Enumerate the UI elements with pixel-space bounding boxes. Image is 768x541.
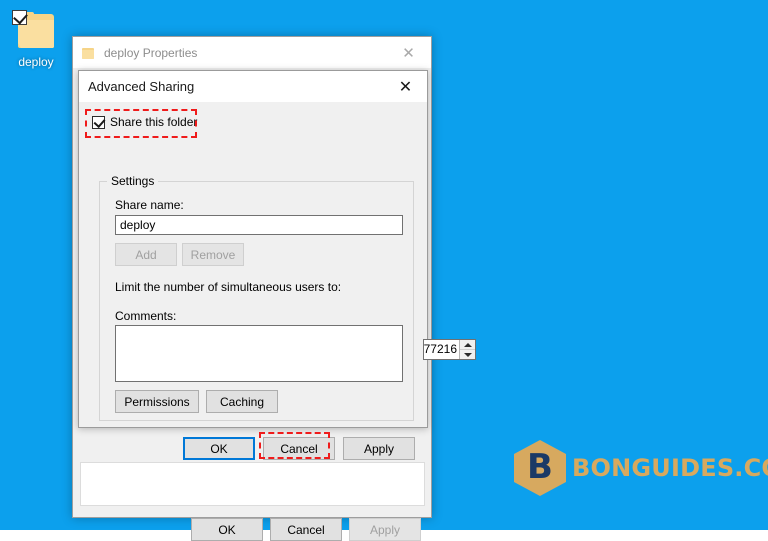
folder-icon: [82, 47, 95, 59]
advanced-sharing-body: Share this folder Settings Share name: A…: [79, 102, 476, 460]
desktop-icon-deploy[interactable]: deploy: [8, 9, 64, 69]
checkmark-icon: [93, 115, 106, 128]
share-this-folder-row[interactable]: Share this folder: [92, 115, 197, 129]
properties-titlebar[interactable]: deploy Properties ✕: [73, 37, 431, 68]
comments-input[interactable]: [115, 325, 403, 382]
close-icon[interactable]: ✕: [386, 37, 431, 68]
properties-content-panel: [80, 462, 425, 506]
permissions-button[interactable]: Permissions: [115, 390, 199, 413]
user-limit-value[interactable]: 16777216: [424, 340, 459, 359]
stepper-up-button[interactable]: [460, 340, 475, 350]
desktop-icon-label: deploy: [18, 55, 54, 69]
user-limit-stepper[interactable]: 16777216: [423, 339, 476, 360]
advanced-sharing-title: Advanced Sharing: [88, 79, 195, 94]
hexagon-logo-icon: B: [514, 440, 566, 496]
chevron-up-icon: [463, 342, 472, 347]
close-icon[interactable]: ✕: [384, 71, 427, 102]
chevron-down-icon: [463, 352, 472, 357]
share-name-input[interactable]: [115, 215, 403, 235]
remove-button: Remove: [182, 243, 244, 266]
selection-checkbox[interactable]: [12, 9, 28, 25]
advanced-sharing-apply-button[interactable]: Apply: [343, 437, 415, 460]
share-this-folder-label: Share this folder: [110, 115, 198, 129]
advanced-sharing-ok-button[interactable]: OK: [183, 437, 255, 460]
checkmark-icon: [13, 9, 28, 25]
share-name-label: Share name:: [115, 198, 184, 212]
logo-letter: B: [527, 447, 553, 487]
comments-label: Comments:: [115, 309, 177, 323]
advanced-sharing-cancel-button[interactable]: Cancel: [263, 437, 335, 460]
watermark-text: BONGUIDES.COM: [572, 454, 768, 482]
caching-button[interactable]: Caching: [206, 390, 278, 413]
user-limit-label: Limit the number of simultaneous users t…: [115, 280, 342, 294]
advanced-sharing-titlebar[interactable]: Advanced Sharing ✕: [79, 71, 427, 102]
settings-groupbox-legend: Settings: [107, 174, 159, 188]
stepper-buttons[interactable]: [459, 340, 475, 359]
folder-icon: [12, 9, 60, 52]
add-button: Add: [115, 243, 177, 266]
advanced-sharing-button-row: OK Cancel Apply: [79, 437, 429, 460]
advanced-sharing-dialog[interactable]: Advanced Sharing ✕ Share this folder Set…: [78, 70, 476, 460]
stepper-down-button[interactable]: [460, 350, 475, 359]
share-this-folder-checkbox[interactable]: [92, 115, 106, 129]
properties-window-title: deploy Properties: [104, 45, 198, 60]
watermark-bonguides: B BONGUIDES.COM: [514, 440, 768, 496]
